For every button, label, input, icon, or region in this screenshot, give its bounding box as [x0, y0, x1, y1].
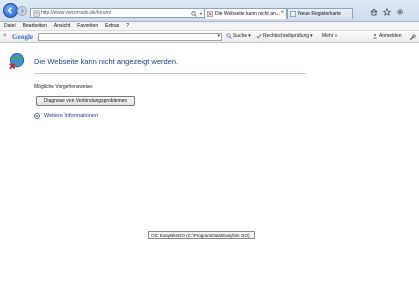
menu-edit[interactable]: Bearbeiten [23, 23, 47, 29]
signin-button[interactable]: Anmelden [372, 33, 402, 39]
tab-label: Die Webseite kann nicht an... [215, 11, 280, 17]
status-tooltip: Ort: EasyBitsGO (C:\ProgramData\Easybits… [148, 231, 255, 239]
more-info-label[interactable]: Weitere Informationen [44, 113, 98, 119]
browser-title-bar: http://www.vwcorrado.de/forum/ Die Webse… [0, 0, 419, 22]
dropdown-icon[interactable] [199, 12, 203, 16]
diagnose-connection-button[interactable]: Diagnose von Verbindungsproblemen [36, 96, 135, 106]
search-icon [226, 33, 232, 39]
home-icon[interactable] [370, 8, 378, 16]
divider [34, 73, 306, 74]
google-search-button[interactable]: Suche ▾ [226, 33, 251, 39]
spellcheck-label: Rechtschreibprüfung [263, 33, 310, 39]
spellcheck-icon [256, 33, 262, 39]
menu-tools[interactable]: Extras [105, 23, 119, 29]
back-button[interactable] [3, 3, 18, 18]
settings-gear-icon[interactable] [396, 8, 404, 16]
page-icon [33, 10, 40, 17]
back-arrow-icon [7, 7, 12, 14]
tab-error-page[interactable]: Die Webseite kann nicht an... × [204, 8, 287, 19]
google-search-input[interactable]: ▾ [38, 33, 222, 41]
possible-actions-heading: Mögliche Vorgehensweise: [34, 84, 94, 90]
address-url[interactable]: http://www.vwcorrado.de/forum/ [41, 10, 111, 16]
menu-help[interactable]: ? [126, 23, 129, 29]
signin-label: Anmelden [379, 33, 402, 39]
tab-label: Neue Registerkarte [298, 11, 342, 17]
search-label: Suche [233, 33, 248, 39]
search-dropdown-icon[interactable]: ▾ [217, 33, 220, 39]
toolbar-close-icon[interactable]: × [3, 33, 7, 39]
forward-arrow-icon [21, 8, 24, 14]
more-info-link[interactable]: Weitere Informationen [34, 113, 98, 119]
search-icon[interactable] [191, 10, 197, 17]
google-logo: Google [12, 33, 33, 41]
new-tab-icon [290, 11, 296, 17]
forward-button[interactable] [17, 6, 27, 16]
more-label: Mehr » [322, 33, 338, 39]
favorites-star-icon[interactable] [383, 8, 391, 16]
expand-chevron-icon[interactable] [34, 113, 40, 119]
user-icon [372, 33, 378, 39]
menu-view[interactable]: Ansicht [54, 23, 70, 29]
address-bar[interactable]: http://www.vwcorrado.de/forum/ [30, 8, 222, 18]
error-globe-icon [9, 52, 25, 70]
error-title: Die Webseite kann nicht angezeigt werden… [34, 57, 179, 66]
spellcheck-chevron-icon: ▾ [310, 33, 313, 39]
search-menu-chevron-icon: ▾ [248, 33, 251, 39]
menu-favorites[interactable]: Favoriten [77, 23, 98, 29]
google-toolbar: × Google ▾ Suche ▾ Rechtschreibprüfung ▾… [0, 31, 419, 43]
more-button[interactable]: Mehr » [322, 33, 338, 39]
menu-bar: Datei Bearbeiten Ansicht Favoriten Extra… [0, 22, 419, 31]
wrench-icon[interactable] [409, 34, 416, 41]
spellcheck-button[interactable]: Rechtschreibprüfung ▾ [256, 33, 313, 39]
tab-new[interactable]: Neue Registerkarte [287, 8, 353, 19]
tab-close-icon[interactable]: × [280, 10, 284, 16]
error-page-icon [207, 11, 213, 17]
menu-file[interactable]: Datei [4, 23, 16, 29]
